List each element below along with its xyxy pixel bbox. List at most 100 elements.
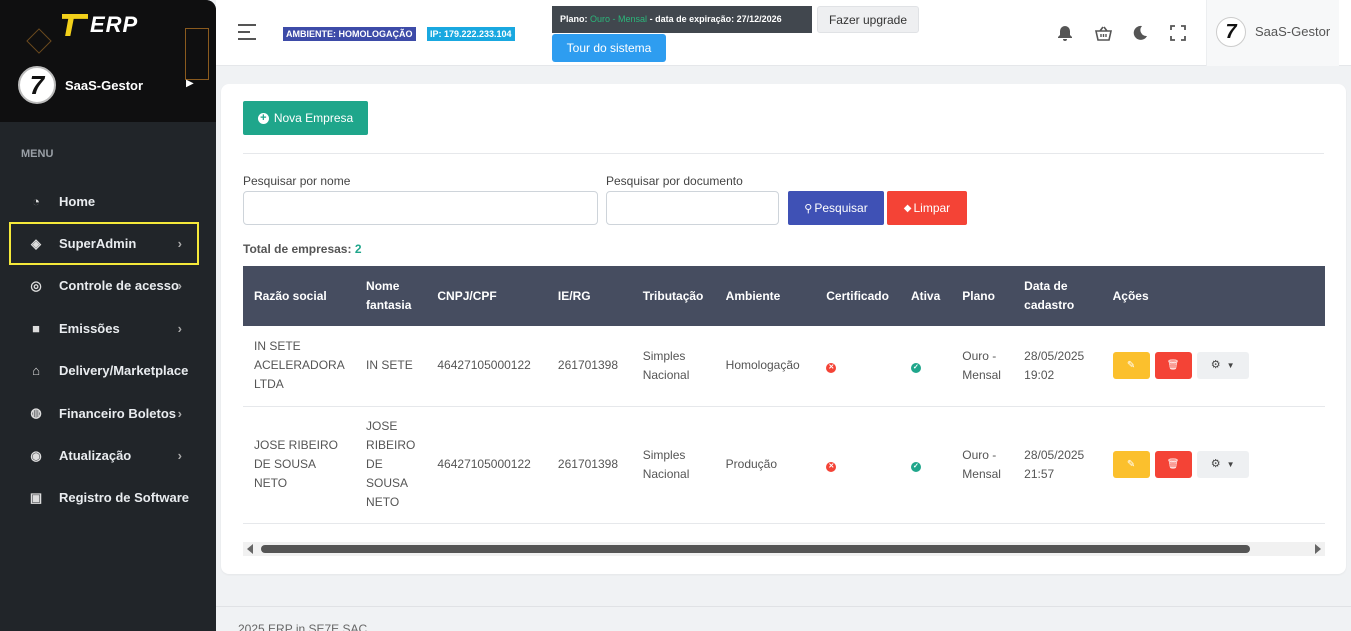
sidebar-item-label: Financeiro Boletos: [59, 405, 177, 421]
cell-data: 28/05/2025 21:57: [1013, 406, 1102, 524]
fullscreen-icon[interactable]: [1169, 24, 1187, 42]
moon-icon[interactable]: [1131, 24, 1149, 42]
sidebar-item-registro-de-software[interactable]: ▣ Registro de Software: [0, 477, 216, 519]
bell-icon[interactable]: [1056, 24, 1074, 42]
settings-dropdown-button[interactable]: ⚙ ▼: [1196, 451, 1249, 478]
table-body: IN SETE ACELERADORA LTDA IN SETE 464271050…: [243, 326, 1325, 524]
cell-data: 28/05/2025 19:02: [1013, 326, 1102, 407]
sidebar-header: ERP 7 SaaS-Gestor ▶: [0, 0, 216, 122]
table-row: IN SETE ACELERADORA LTDA IN SETE 464271050…: [243, 326, 1325, 407]
column-header: IE/RG: [546, 266, 632, 326]
table-row: JOSE RIBEIRO DE SOUSA NETO JOSE RIBEIRO D…: [243, 406, 1325, 524]
sidebar-item-controle-de-acesso[interactable]: ◎ Controle de acesso ›: [0, 265, 216, 307]
column-header: Plano: [951, 266, 1014, 326]
cell-fantasia: JOSE RIBEIRO DE SOUSA NETO: [355, 406, 427, 524]
sidebar-menu: ◔ Home ◈ SuperAdmin › ◎ Controle de acesso › ■ Em…: [0, 180, 216, 519]
column-header: Nome fantasia: [355, 266, 427, 326]
bookmark-icon: ▣: [29, 489, 43, 505]
avatar: 7: [1216, 17, 1246, 47]
cell-ie: 261701398: [546, 406, 632, 524]
total-value: 2: [354, 242, 362, 256]
sidebar-item-delivery-marketplace[interactable]: ⌂ Delivery/Marketplace: [0, 350, 216, 392]
basket-icon[interactable]: [1094, 24, 1112, 42]
cell-fantasia: IN SETE: [355, 326, 427, 407]
decoration-shape: [26, 28, 52, 54]
tour-button[interactable]: Tour do sistema: [552, 34, 666, 62]
sidebar-item-atualiza-o[interactable]: ◉ Atualização ›: [0, 434, 216, 476]
row-actions: ✎ 🗑 ⚙ ▼: [1112, 451, 1314, 478]
pencil-icon: ✎: [1126, 360, 1136, 372]
caret-right-icon[interactable]: ▶: [186, 78, 194, 89]
brand-logo[interactable]: ERP: [62, 12, 138, 38]
cell-actions: ✎ 🗑 ⚙ ▼: [1101, 406, 1325, 524]
gear-icon: ⚙: [1210, 359, 1221, 372]
clear-button[interactable]: ◆ Limpar: [887, 191, 967, 225]
topbar: AMBIENTE: HOMOLOGAÇÃO IP: 179.222.233.10…: [216, 0, 1351, 66]
edit-button[interactable]: ✎: [1112, 451, 1150, 478]
footer: 2025 ERP in SE7E SAC: [216, 606, 1351, 631]
column-header: Razão social: [243, 266, 356, 326]
sidebar-item-superadmin[interactable]: ◈ SuperAdmin ›: [9, 222, 199, 265]
sidebar-item-home[interactable]: ◔ Home: [0, 180, 216, 222]
edit-button[interactable]: ✎: [1112, 352, 1150, 380]
search-icon: ⚲: [804, 202, 813, 215]
scroll-right-icon[interactable]: [1315, 544, 1321, 554]
delete-button[interactable]: 🗑: [1154, 451, 1192, 478]
search-doc-input[interactable]: [606, 191, 779, 225]
cell-cnpj: 46427105000122: [426, 406, 547, 524]
cell-ie: 261701398: [546, 326, 632, 407]
sidebar-item-emiss-es[interactable]: ■ Emissões ›: [0, 307, 216, 349]
dashboard-icon: ◔: [32, 193, 40, 209]
decoration-shape: [185, 28, 209, 80]
sidebar-item-label: Atualização: [59, 448, 132, 464]
cell-ativa: ✓: [899, 406, 952, 524]
delete-button[interactable]: 🗑: [1154, 352, 1192, 380]
plan-info: Plano: Ouro - Mensal - data de expiração…: [552, 6, 812, 33]
brand-icon: [62, 14, 88, 36]
trash-icon: 🗑: [1166, 360, 1180, 372]
search-name-label: Pesquisar por nome: [243, 174, 351, 188]
search-button[interactable]: ⚲ Pesquisar: [788, 191, 884, 225]
cell-certificado: ✕: [815, 406, 900, 524]
table-header: Razão social Nome fantasia CNPJ/CPF IE/RG Tr…: [243, 266, 1325, 326]
access-icon: ◎: [30, 277, 42, 293]
settings-dropdown-button[interactable]: ⚙ ▼: [1196, 352, 1249, 380]
search-doc-label: Pesquisar por documento: [606, 174, 743, 188]
total-label: Total de empresas:: [243, 242, 352, 256]
caret-down-icon: ▼: [1226, 460, 1235, 469]
horizontal-scrollbar[interactable]: [243, 542, 1325, 556]
eraser-icon: ◆: [903, 202, 912, 214]
cell-razao: JOSE RIBEIRO DE SOUSA NETO: [243, 406, 356, 524]
plan-prefix: Plano:: [560, 14, 588, 24]
scrollbar-thumb[interactable]: [261, 545, 1250, 553]
sidebar-item-label: Home: [59, 193, 96, 209]
brand-text: ERP: [90, 12, 139, 37]
plus-circle-icon: +: [257, 112, 269, 124]
plan-expiration: - data de expiração: 27/12/2026: [649, 14, 782, 24]
user-menu[interactable]: 7 SaaS-Gestor: [1206, 0, 1339, 66]
cell-ambiente: Produção: [714, 406, 816, 524]
cell-plano: Ouro - Mensal: [951, 326, 1014, 407]
search-name-input[interactable]: [243, 191, 598, 225]
column-header: Ativa: [899, 266, 952, 326]
scroll-left-icon[interactable]: [247, 544, 253, 554]
user-name: SaaS-Gestor: [1255, 24, 1331, 39]
column-header: CNPJ/CPF: [426, 266, 547, 326]
new-company-button[interactable]: + Nova Empresa: [243, 101, 368, 135]
caret-down-icon: ▼: [1226, 361, 1235, 371]
companies-card: + Nova Empresa Pesquisar por nome Pesqui…: [221, 84, 1346, 574]
cell-tributacao: Simples Nacional: [631, 406, 715, 524]
cell-tributacao: Simples Nacional: [631, 326, 715, 407]
update-icon: ◉: [30, 447, 42, 463]
sidebar-item-label: SuperAdmin: [59, 236, 137, 252]
companies-table: Razão social Nome fantasia CNPJ/CPF IE/RG Tr…: [243, 266, 1325, 524]
column-header: Ações: [1101, 266, 1325, 326]
x-circle-icon: ✕: [826, 363, 837, 374]
upgrade-button[interactable]: Fazer upgrade: [817, 6, 919, 33]
sidebar-user[interactable]: 7 SaaS-Gestor: [18, 66, 143, 104]
menu-toggle-icon[interactable]: [238, 24, 256, 45]
clear-button-label: Limpar: [913, 201, 951, 215]
sidebar-item-financeiro-boletos[interactable]: ◍ Financeiro Boletos ›: [0, 392, 216, 434]
chevron-right-icon: ›: [177, 278, 182, 294]
avatar: 7: [18, 66, 56, 104]
